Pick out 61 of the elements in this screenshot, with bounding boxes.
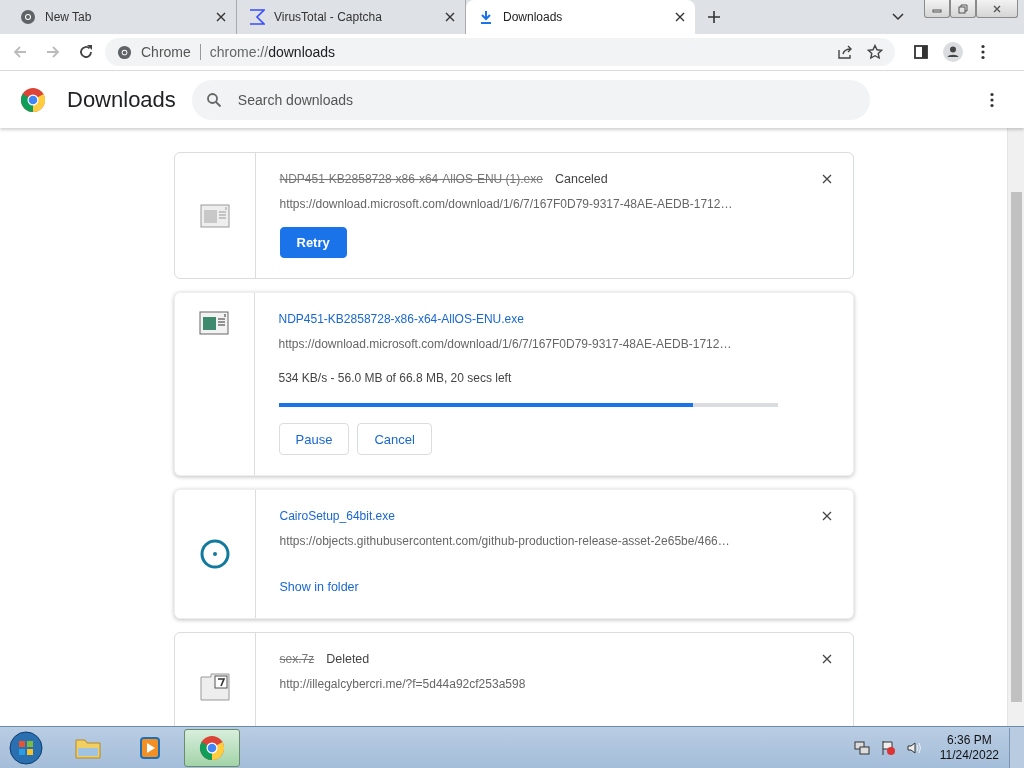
menu-icon[interactable] (990, 91, 994, 108)
close-icon[interactable] (675, 12, 685, 22)
chrome-icon (117, 44, 132, 60)
status-label: Deleted (326, 652, 370, 666)
file-name[interactable]: NDP451-KB2858728-x86-x64-AllOS-ENU.exe (278, 312, 524, 326)
side-panel-icon[interactable] (913, 44, 929, 60)
close-button[interactable] (976, 0, 1018, 18)
browser-tab[interactable]: Downloads (466, 0, 695, 34)
progress-text: 534 KB/s - 56.0 MB of 66.8 MB, 20 secs left (278, 371, 513, 385)
reload-icon[interactable] (78, 44, 94, 60)
file-icon (199, 203, 230, 228)
status-label: Canceled (554, 172, 608, 186)
page-title: Downloads (67, 86, 176, 113)
star-icon[interactable] (867, 44, 883, 60)
clock-time[interactable]: 6:36 PM (947, 732, 992, 748)
file-name: sex.7z (279, 652, 315, 666)
chrome-logo-icon (21, 87, 45, 112)
scrollbar[interactable] (1007, 128, 1024, 726)
sigma-icon (249, 9, 265, 25)
installer-icon (199, 311, 229, 335)
close-icon[interactable] (821, 511, 832, 521)
action-button[interactable]: Pause (278, 423, 350, 455)
download-icon (478, 9, 494, 25)
restore-button[interactable] (950, 0, 976, 18)
chrome-icon (20, 9, 36, 25)
source-url: http://illegalcybercri.me/?f=5d44a92cf253a598 (279, 677, 527, 691)
restore-icon (958, 3, 968, 14)
taskbar-button[interactable] (184, 728, 240, 767)
source-url: https://objects.githubusercontent.com/github-production-release-asset-2e65be/466… (279, 534, 731, 548)
speaker-icon[interactable] (905, 739, 922, 756)
browser-tab[interactable]: New Tab (8, 0, 237, 34)
close-icon (992, 3, 1002, 14)
loading-ring-icon (198, 538, 231, 570)
menu-icon[interactable] (981, 44, 985, 60)
search-field[interactable]: Search downloads (191, 79, 870, 120)
flag-warning-icon[interactable] (879, 739, 896, 756)
new-tab-icon[interactable] (707, 10, 721, 24)
minimize-button[interactable] (924, 0, 950, 18)
show-in-folder-link[interactable]: Show in folder (279, 580, 359, 594)
file-name[interactable]: CairoSetup_64bit.exe (279, 509, 395, 523)
address-bar[interactable]: Chrome chrome://downloads (105, 38, 895, 66)
close-icon[interactable] (821, 654, 832, 664)
profile-icon[interactable] (943, 42, 963, 62)
chrome-icon (198, 735, 226, 760)
clock-date[interactable]: 11/24/2022 (939, 747, 999, 763)
chevron-down-icon[interactable] (892, 13, 904, 21)
start-button[interactable] (8, 729, 44, 766)
source-url: https://download.microsoft.com/download/1/6/7/167F0D79-9317-48AE-AEDB-1712… (278, 337, 733, 351)
close-icon[interactable] (216, 12, 226, 22)
search-icon (205, 91, 222, 108)
share-icon[interactable] (837, 44, 853, 60)
network-icon[interactable] (853, 739, 870, 756)
url-text: chrome://downloads (209, 44, 336, 60)
close-icon[interactable] (821, 174, 832, 184)
source-url: https://download.microsoft.com/download/1/6/7/167F0D79-9317-48AE-AEDB-1712… (279, 197, 734, 211)
unknown-file-icon (198, 671, 231, 703)
site-label: Chrome (141, 44, 191, 60)
action-button[interactable]: Retry (279, 227, 347, 258)
close-icon[interactable] (445, 12, 455, 22)
action-button[interactable]: Cancel (357, 423, 432, 455)
file-name: NDP451-KB2858728-x86-x64-AllOS-ENU (1).exe (279, 172, 543, 186)
